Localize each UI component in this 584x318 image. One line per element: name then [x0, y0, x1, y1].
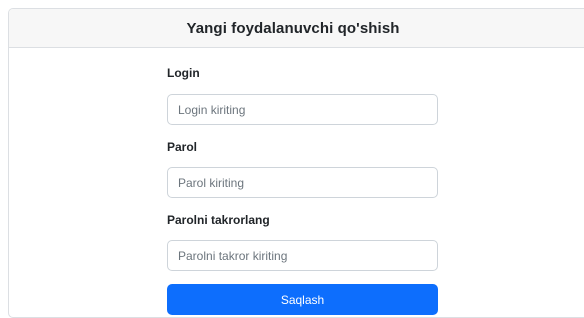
add-user-form: Login Parol Parolni takrorlang Saqlash: [167, 57, 438, 315]
save-button[interactable]: Saqlash: [167, 284, 438, 315]
password-repeat-input[interactable]: [167, 240, 438, 271]
card-header: Yangi foydalanuvchi qo'shish: [9, 9, 584, 48]
password-label: Parol: [167, 140, 198, 154]
login-input[interactable]: [167, 94, 438, 125]
login-label: Login: [167, 66, 200, 80]
password-input[interactable]: [167, 167, 438, 198]
add-user-card: Yangi foydalanuvchi qo'shish Login Parol…: [8, 8, 584, 318]
page-title: Yangi foydalanuvchi qo'shish: [186, 19, 400, 37]
password-repeat-label: Parolni takrorlang: [167, 213, 270, 227]
